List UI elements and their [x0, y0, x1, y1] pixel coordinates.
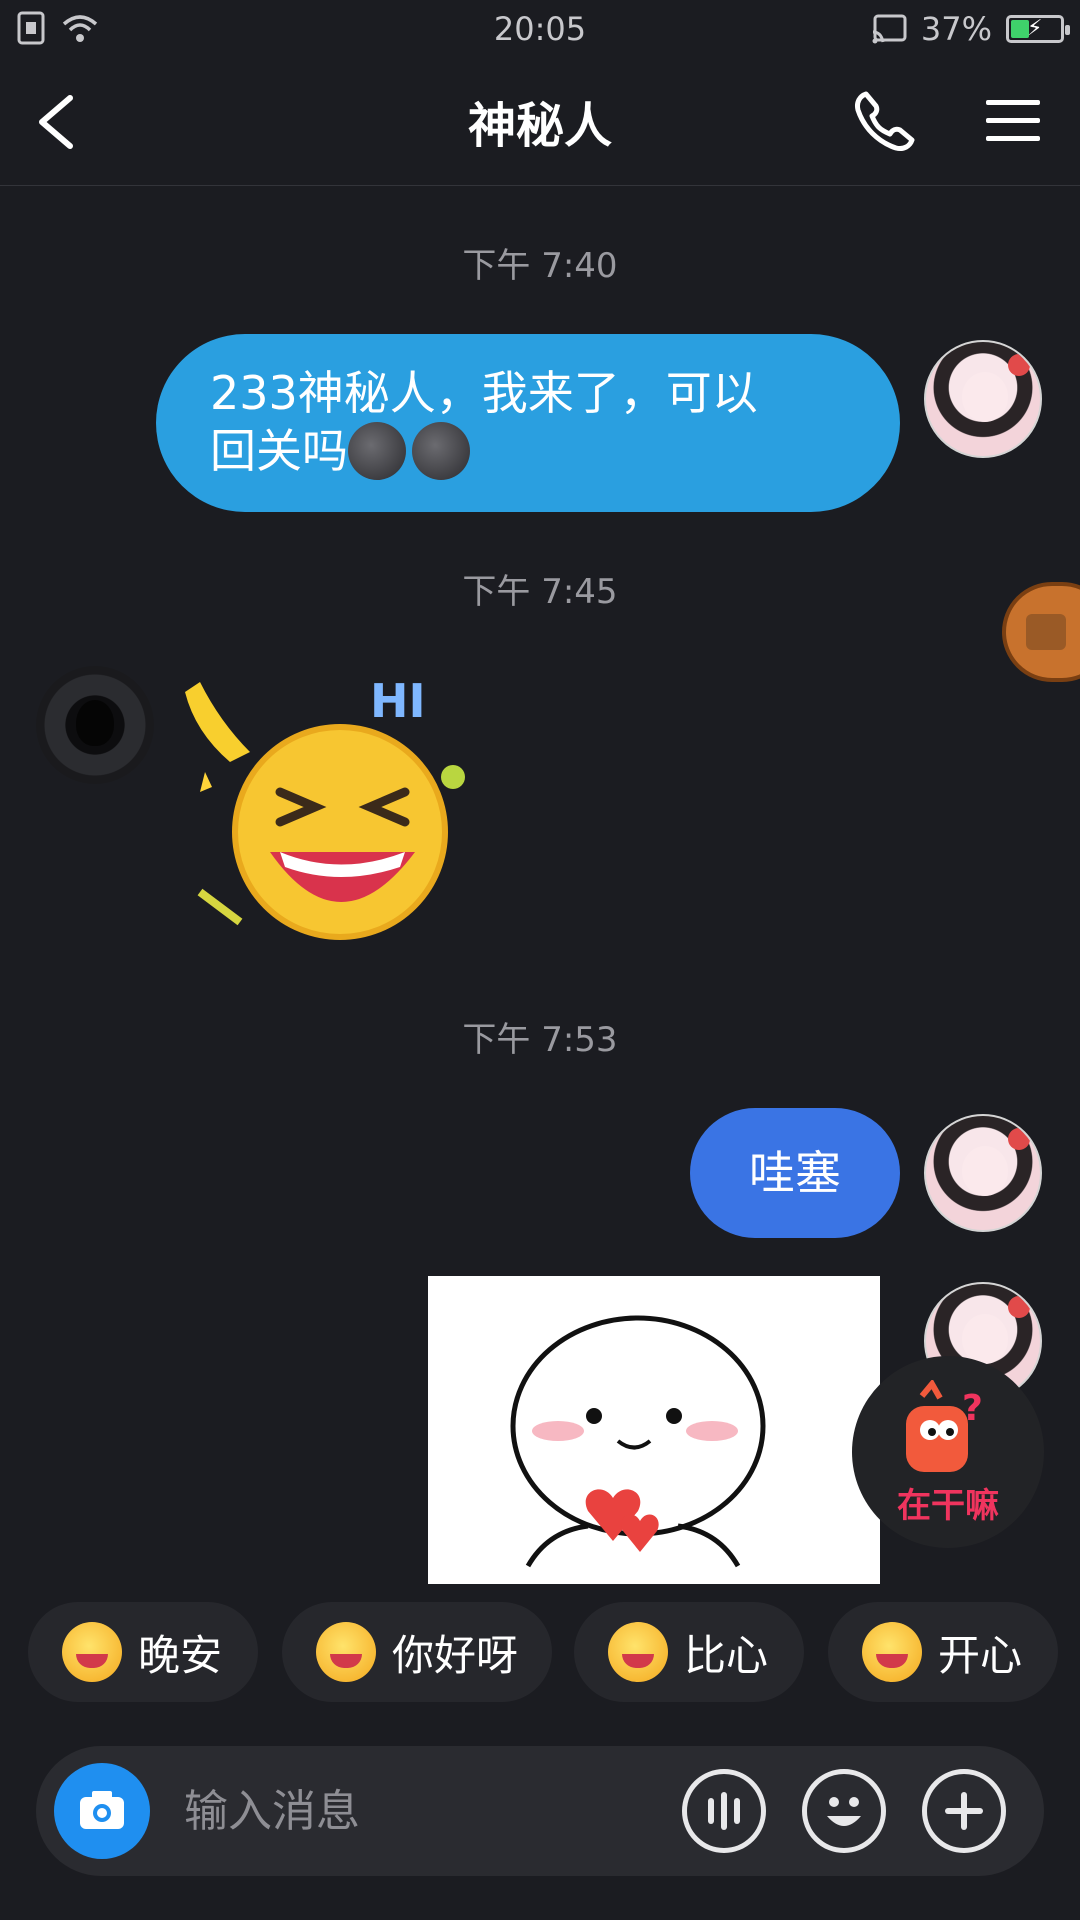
- quick-reply-label: 晚安: [138, 1630, 223, 1680]
- message-text-line2: 回关吗: [210, 421, 846, 484]
- zaiganma-label: 在干嘛: [897, 1486, 999, 1526]
- quick-reply-happy[interactable]: 开心: [828, 1602, 1058, 1702]
- video-camera-icon: [1026, 614, 1066, 650]
- voice-button[interactable]: [682, 1769, 766, 1853]
- page-title: 神秘人: [467, 98, 612, 154]
- sleepy-emoji-icon: [62, 1622, 122, 1682]
- quick-reply-heart[interactable]: 比心: [574, 1602, 804, 1702]
- quick-reply-label: 你好呀: [392, 1630, 519, 1680]
- chat-header: 神秘人: [0, 58, 1080, 186]
- avatar[interactable]: [36, 666, 154, 784]
- quick-reply-label: 开心: [938, 1630, 1023, 1680]
- avatar[interactable]: [924, 1114, 1042, 1232]
- menu-icon[interactable]: [984, 94, 1042, 146]
- timestamp: 下午 7:53: [462, 1020, 618, 1060]
- battery-icon: ⚡: [1006, 15, 1070, 43]
- battery-percent: 37%: [920, 10, 992, 48]
- plus-icon: [945, 1792, 983, 1830]
- quick-reply-label: 比心: [684, 1630, 769, 1680]
- timestamp: 下午 7:40: [462, 246, 618, 286]
- smiley-icon: [827, 1797, 861, 1826]
- message-input-bar: [36, 1746, 1044, 1876]
- moon-emoji-icon: [348, 421, 406, 480]
- message-text: 233神秘人，我来了，可以: [210, 366, 758, 420]
- heart-emoji-icon: [608, 1622, 668, 1682]
- svg-text:?: ?: [962, 1388, 983, 1429]
- svg-text:HI: HI: [370, 674, 426, 728]
- message-input[interactable]: [184, 1776, 664, 1846]
- quick-reply-hello[interactable]: 你好呀: [282, 1602, 552, 1702]
- emoji-button[interactable]: [802, 1769, 886, 1853]
- more-button[interactable]: [922, 1769, 1006, 1853]
- sent-message-bubble[interactable]: 233神秘人，我来了，可以 回关吗: [156, 334, 900, 512]
- phone-icon[interactable]: [850, 88, 918, 156]
- back-icon[interactable]: [28, 88, 88, 156]
- laughing-emoji-icon: [862, 1622, 922, 1682]
- zaiganma-float-button[interactable]: ? 在干嘛: [852, 1356, 1044, 1548]
- hi-laugh-sticker[interactable]: HI: [180, 662, 480, 952]
- avatar[interactable]: [924, 340, 1042, 458]
- quick-reply-good-night[interactable]: 晚安: [28, 1602, 258, 1702]
- moon-emoji-icon: [412, 421, 470, 480]
- message-text: 哇塞: [749, 1146, 841, 1200]
- waving-emoji-icon: [316, 1622, 376, 1682]
- sent-message-bubble[interactable]: 哇塞: [690, 1108, 900, 1238]
- timestamp: 下午 7:45: [462, 572, 618, 612]
- zaiganma-icon: ?: [906, 1380, 983, 1472]
- cast-icon: [872, 14, 907, 44]
- camera-button[interactable]: [54, 1763, 150, 1859]
- heart-sticker-image[interactable]: [428, 1276, 880, 1584]
- camera-icon: [80, 1791, 124, 1829]
- heart-sticker-drawing: [510, 1315, 766, 1568]
- status-bar: 20:05 37% ⚡: [0, 0, 1080, 58]
- voice-icon: [708, 1792, 740, 1830]
